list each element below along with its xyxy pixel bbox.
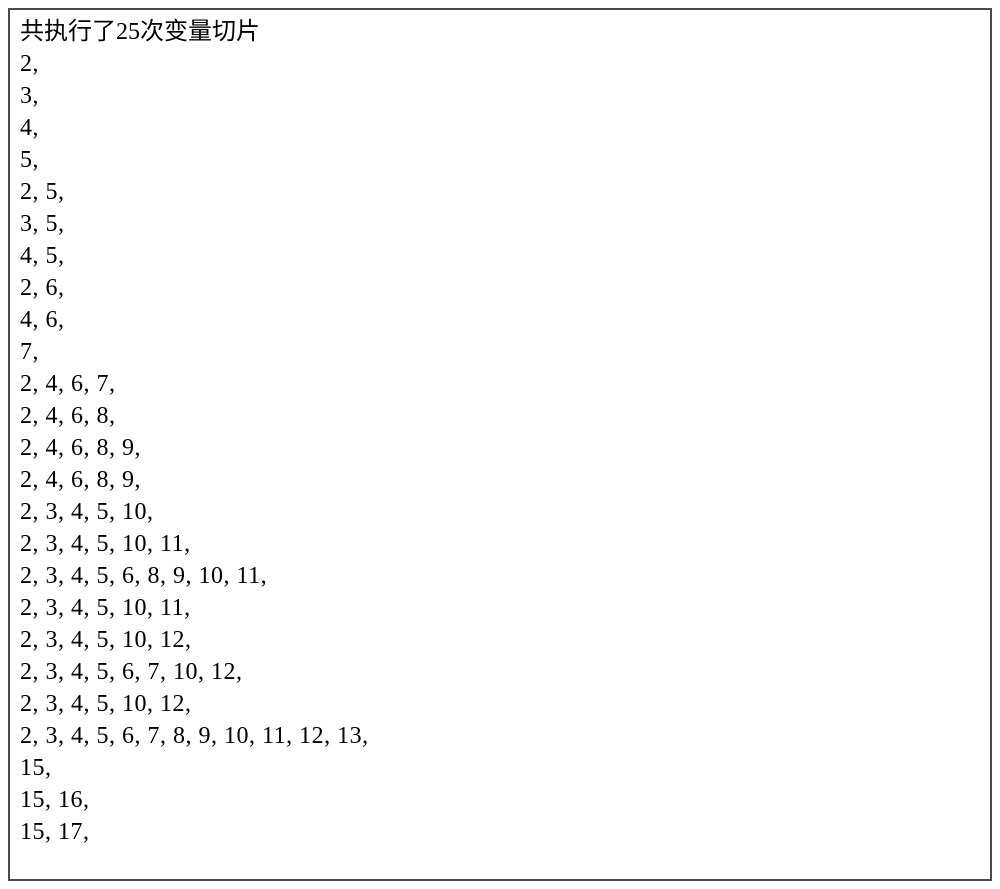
slice-line: 2, 4, 6, 7, (20, 368, 980, 400)
slice-line: 5, (20, 144, 980, 176)
slice-line: 2, 6, (20, 272, 980, 304)
output-panel: 共执行了25次变量切片 2,3,4,5,2, 5,3, 5,4, 5,2, 6,… (8, 8, 992, 881)
slice-line: 15, 17, (20, 816, 980, 848)
slice-line: 2, 4, 6, 8, 9, (20, 464, 980, 496)
execution-header: 共执行了25次变量切片 (20, 16, 980, 48)
slice-line: 2, (20, 48, 980, 80)
slice-line: 3, 5, (20, 208, 980, 240)
slice-line: 2, 3, 4, 5, 10, 12, (20, 624, 980, 656)
slice-line: 4, 6, (20, 304, 980, 336)
slice-line: 2, 3, 4, 5, 10, 11, (20, 592, 980, 624)
slice-line: 2, 3, 4, 5, 6, 7, 8, 9, 10, 11, 12, 13, (20, 720, 980, 752)
slice-line: 4, (20, 112, 980, 144)
slice-line: 15, 16, (20, 784, 980, 816)
slice-line: 4, 5, (20, 240, 980, 272)
slice-line: 2, 3, 4, 5, 6, 8, 9, 10, 11, (20, 560, 980, 592)
slice-line: 2, 3, 4, 5, 6, 7, 10, 12, (20, 656, 980, 688)
slice-line: 15, (20, 752, 980, 784)
slice-line: 7, (20, 336, 980, 368)
slice-line: 2, 4, 6, 8, 9, (20, 432, 980, 464)
slice-line: 2, 3, 4, 5, 10, (20, 496, 980, 528)
slice-line: 2, 4, 6, 8, (20, 400, 980, 432)
slice-line: 2, 5, (20, 176, 980, 208)
slice-output-list: 2,3,4,5,2, 5,3, 5,4, 5,2, 6,4, 6,7,2, 4,… (20, 48, 980, 848)
slice-line: 3, (20, 80, 980, 112)
slice-line: 2, 3, 4, 5, 10, 12, (20, 688, 980, 720)
slice-line: 2, 3, 4, 5, 10, 11, (20, 528, 980, 560)
